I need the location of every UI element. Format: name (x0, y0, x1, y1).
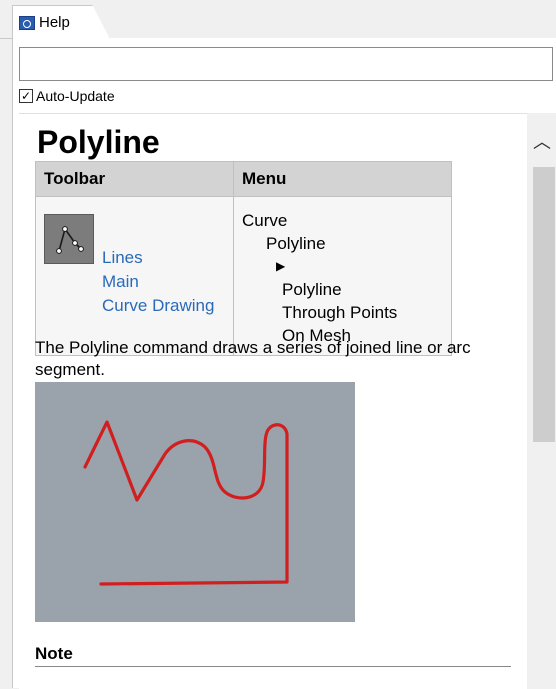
toolbar-link-curve-drawing[interactable]: Curve Drawing (102, 294, 214, 318)
command-description: The Polyline command draws a series of j… (35, 338, 471, 379)
toolbar-cell: Lines Main Curve Drawing (35, 196, 234, 356)
tab-bar: Help (0, 0, 556, 39)
toolbar-header: Toolbar (35, 161, 234, 197)
auto-update-option[interactable]: ✓ Auto-Update (19, 88, 115, 104)
scrollbar-thumb[interactable] (533, 167, 555, 442)
menu-path-polyline-submenu: Polyline ▶ (242, 232, 443, 278)
submenu-arrow-icon: ▶ (276, 259, 286, 273)
command-access-table: Toolbar Menu Lines Main Curve Drawing Cu… (35, 161, 452, 356)
menu-header: Menu (233, 161, 452, 197)
menu-item-through-points: Through Points (282, 303, 398, 322)
toolbar-link-main[interactable]: Main (102, 270, 214, 294)
menu-item-polyline: Polyline (282, 280, 342, 299)
search-input[interactable] (19, 47, 553, 81)
polyline-icon[interactable] (44, 214, 94, 264)
tab-help-label: Help (39, 14, 70, 31)
menu-path-polyline-label: Polyline (266, 234, 326, 253)
scroll-up-chevron-icon[interactable]: ︿ (527, 131, 556, 152)
help-window-icon (19, 15, 35, 30)
toolbar-links: Lines Main Curve Drawing (102, 246, 214, 318)
help-content: Polyline Toolbar Menu Lines Main Curve D… (19, 113, 527, 689)
page-title: Polyline (37, 124, 160, 160)
menu-cell: Curve Polyline ▶ Polyline Through Points … (233, 196, 452, 356)
vertical-scrollbar[interactable]: ︿ (527, 113, 556, 688)
tab-help[interactable]: Help (12, 5, 110, 39)
auto-update-checkbox[interactable]: ✓ (19, 89, 33, 103)
help-panel: ✓ Auto-Update Polyline Toolbar Menu Line… (12, 38, 556, 689)
note-heading: Note (35, 644, 73, 663)
note-divider (35, 666, 511, 667)
menu-path-curve: Curve (242, 211, 288, 230)
auto-update-label: Auto-Update (36, 88, 115, 104)
polyline-illustration (35, 382, 355, 622)
toolbar-link-lines[interactable]: Lines (102, 246, 214, 270)
